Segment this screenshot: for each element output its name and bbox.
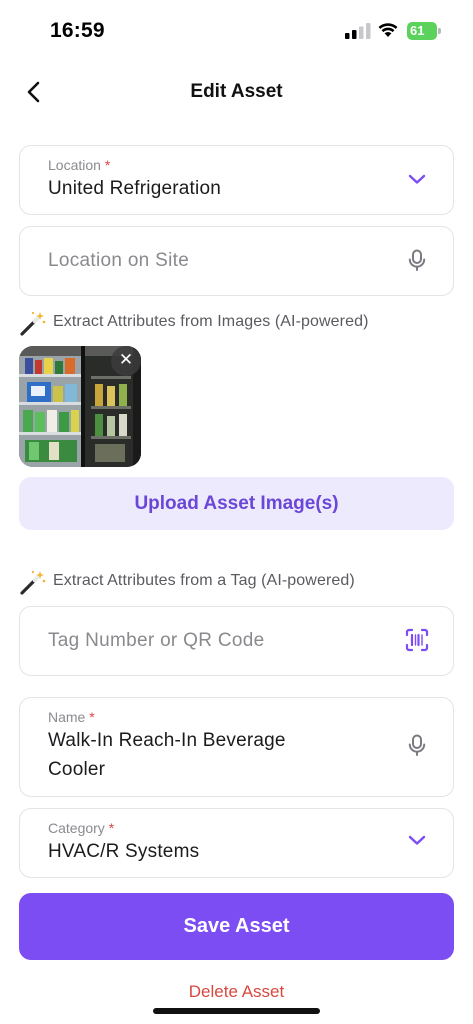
upload-button-label: Upload Asset Image(s) [134,493,339,514]
save-button-label: Save Asset [183,915,290,937]
location-select[interactable]: Location * United Refrigeration [19,145,454,215]
tag-number-input[interactable]: Tag Number or QR Code [19,606,454,676]
required-mark: * [89,709,95,725]
extract-from-images-row[interactable]: Extract Attributes from Images (AI-power… [19,309,454,337]
name-value-line-1: Walk-In Reach-In Beverage [48,730,286,751]
microphone-icon[interactable] [405,733,429,757]
category-select[interactable]: Category * HVAC/R Systems [19,808,454,878]
required-mark: * [104,157,111,173]
extract-from-tag-row[interactable]: Extract Attributes from a Tag (AI-powere… [19,568,454,596]
extract-from-images-label: Extract Attributes from Images (AI-power… [53,313,369,330]
chevron-down-icon [408,174,426,184]
location-value: United Refrigeration [48,178,221,199]
home-indicator [153,1008,320,1014]
wifi-icon [378,23,398,37]
location-on-site-input[interactable]: Location on Site [19,226,454,296]
chevron-down-icon [408,835,426,845]
location-label: Location * [48,157,111,173]
tag-number-placeholder: Tag Number or QR Code [48,630,265,651]
name-label: Name * [48,709,95,725]
delete-asset-button[interactable]: Delete Asset [0,982,473,1002]
upload-asset-images-button[interactable]: Upload Asset Image(s) [19,477,454,530]
page-title: Edit Asset [190,81,283,102]
status-time: 16:59 [50,19,105,42]
cellular-signal-icon [345,23,371,39]
category-value: HVAC/R Systems [48,841,200,862]
extract-from-tag-label: Extract Attributes from a Tag (AI-powere… [53,572,355,589]
nav-bar: Edit Asset [0,66,473,118]
required-mark: * [108,820,115,836]
category-label: Category * [48,820,115,836]
magic-wand-icon [20,570,46,595]
microphone-icon[interactable] [405,248,429,272]
battery-indicator: 61 [407,22,441,40]
back-button[interactable] [20,78,48,106]
magic-wand-icon [20,311,46,336]
save-asset-button[interactable]: Save Asset [19,893,454,960]
location-on-site-placeholder: Location on Site [48,250,190,271]
battery-level: 61 [410,23,425,38]
battery-tip [438,28,441,34]
name-input[interactable]: Name * Walk-In Reach-In Beverage Cooler [19,697,454,797]
chevron-left-icon [27,81,40,103]
name-value-line-2: Cooler [48,759,106,780]
close-icon: ✕ [118,350,134,369]
qr-scan-icon[interactable] [405,628,429,652]
status-bar: 16:59 61 [0,0,473,60]
remove-image-button[interactable]: ✕ [111,346,141,376]
battery-body: 61 [407,22,437,40]
